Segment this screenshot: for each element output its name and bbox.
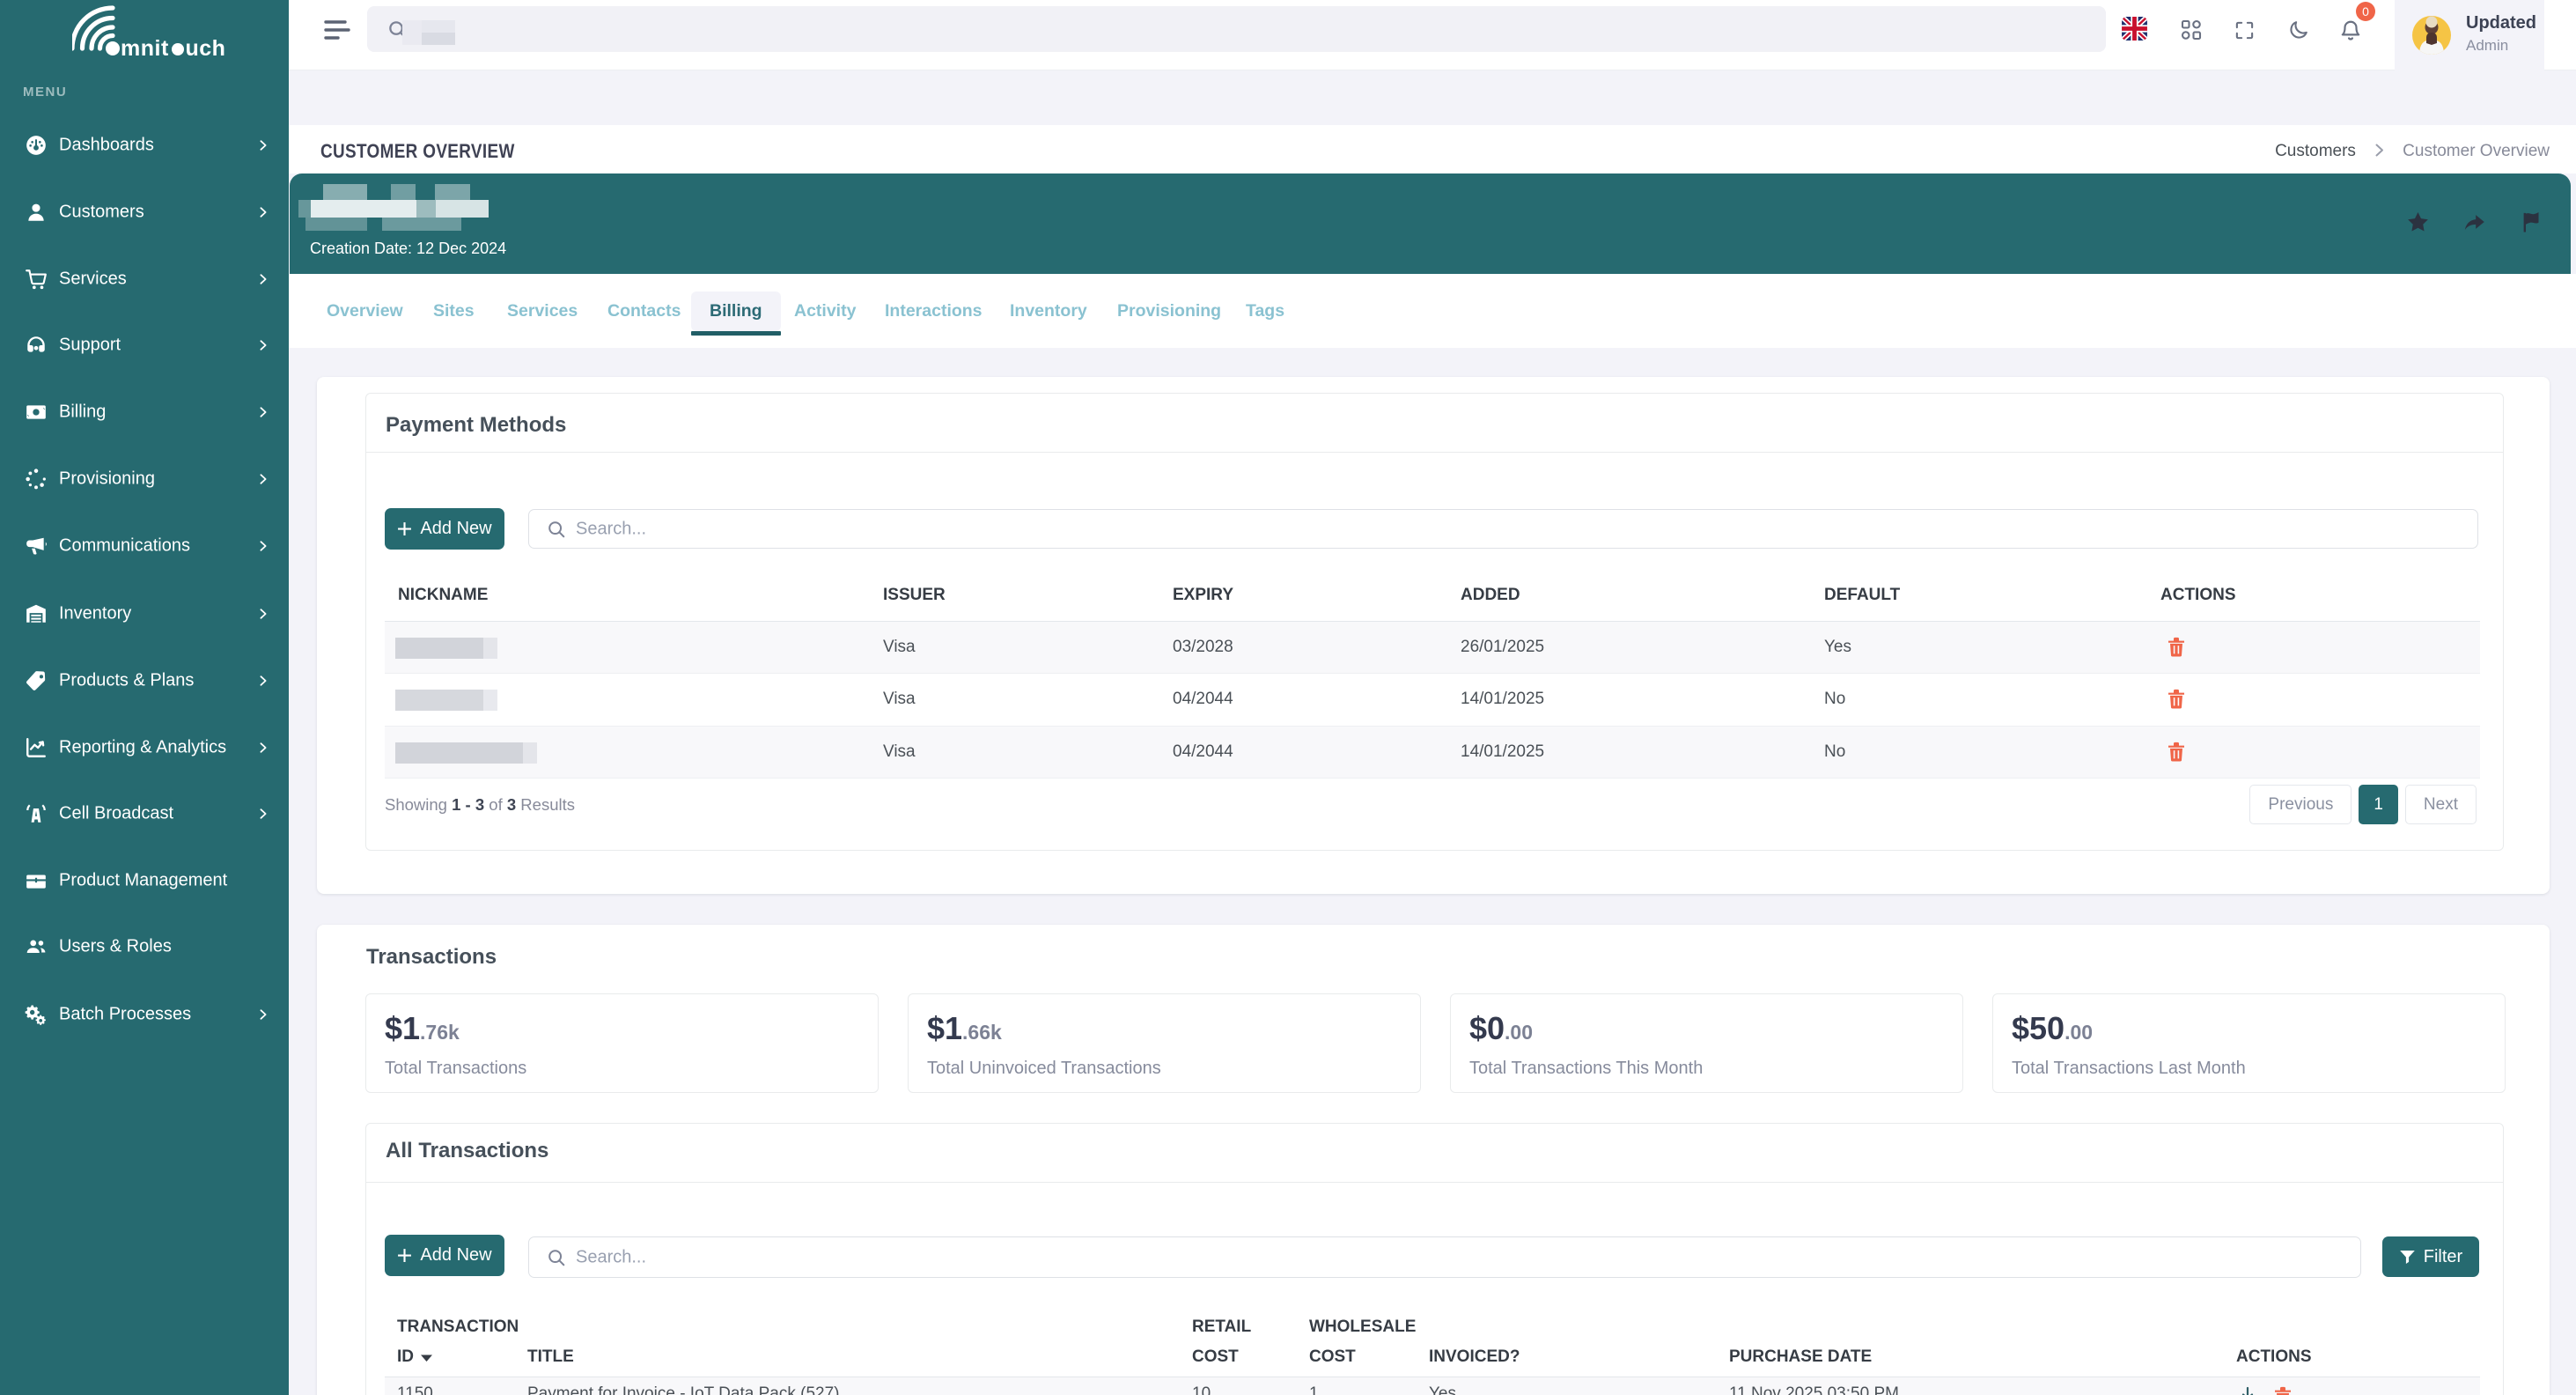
svg-text:mnit: mnit <box>121 36 169 58</box>
svg-text:uch: uch <box>186 36 226 58</box>
